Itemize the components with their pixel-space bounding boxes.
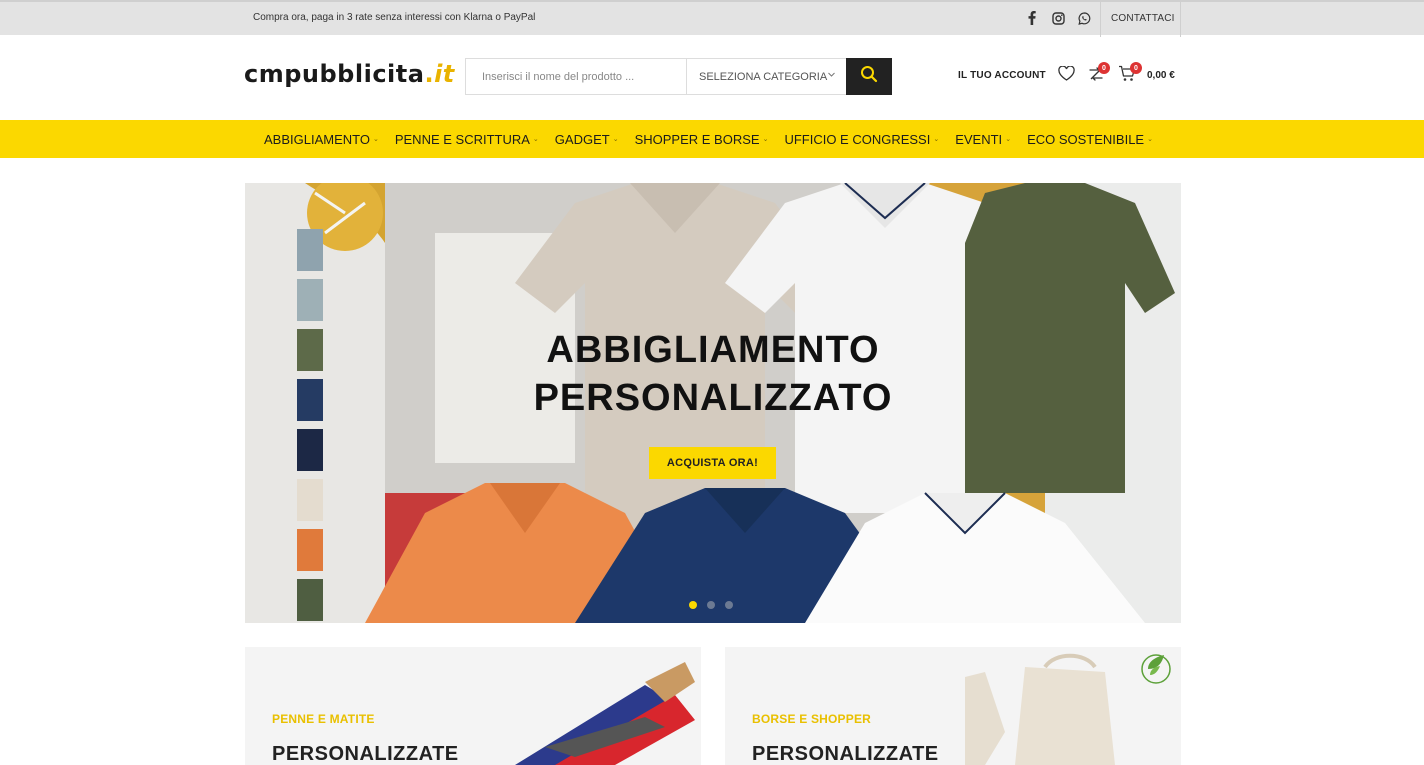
hero-title-line1: ABBIGLIAMENTO: [546, 329, 880, 371]
contact-link[interactable]: CONTATTACI: [1111, 13, 1175, 24]
top-divider: [1100, 2, 1101, 37]
heart-icon: [1057, 65, 1075, 86]
category-select[interactable]: SELEZIONA CATEGORIA: [686, 59, 846, 94]
hero-title-line2: PERSONALIZZATO: [533, 377, 893, 419]
slider-dots: [689, 601, 733, 609]
instagram-icon[interactable]: [1050, 8, 1066, 28]
account-link[interactable]: IL TUO ACCOUNT: [958, 70, 1046, 81]
chevron-down-icon: ⌄: [1147, 136, 1153, 143]
top-divider: [1180, 2, 1181, 37]
hero-cta-button[interactable]: ACQUISTA ORA!: [649, 447, 776, 479]
compare-count-badge: 0: [1098, 62, 1110, 74]
nav-label: SHOPPER E BORSE: [634, 131, 760, 147]
slider-dot[interactable]: [707, 601, 715, 609]
eco-leaf-icon: [1138, 647, 1174, 692]
chevron-down-icon: [827, 70, 836, 82]
social-links: [1024, 8, 1092, 28]
chevron-down-icon: ⌄: [532, 136, 539, 143]
nav-item-ufficio-congressi[interactable]: UFFICIO E CONGRESSI ⌄: [784, 120, 939, 158]
hero-slider[interactable]: ABBIGLIAMENTO PERSONALIZZATO ACQUISTA OR…: [245, 183, 1181, 623]
search-input[interactable]: [466, 59, 686, 94]
chevron-down-icon: ⌄: [933, 136, 940, 143]
whatsapp-icon[interactable]: [1076, 8, 1092, 28]
card-subtitle: BORSE E SHOPPER: [752, 712, 872, 726]
nav-label: ECO SOSTENIBILE: [1027, 131, 1145, 147]
main-nav: ABBIGLIAMENTO ⌄ PENNE E SCRITTURA ⌄ GADGET…: [0, 120, 1424, 158]
cart-total[interactable]: 0,00 €: [1147, 70, 1175, 81]
nav-item-eco-sostenibile[interactable]: ECO SOSTENIBILE ⌄: [1027, 120, 1153, 158]
nav-label: UFFICIO E CONGRESSI: [784, 131, 931, 147]
card-heading: PERSONALIZZATE: [752, 743, 939, 765]
card-heading: PERSONALIZZATE: [272, 743, 459, 765]
wishlist-button[interactable]: [1056, 65, 1076, 86]
nav-label: GADGET: [554, 131, 610, 147]
search-icon: [860, 65, 878, 88]
chevron-down-icon: ⌄: [1005, 136, 1012, 143]
chevron-down-icon: ⌄: [762, 136, 769, 143]
top-bar: Compra ora, paga in 3 rate senza interes…: [0, 0, 1424, 37]
slider-dot[interactable]: [725, 601, 733, 609]
nav-item-eventi[interactable]: EVENTI ⌄: [955, 120, 1011, 158]
logo-main: cmpubblicita: [244, 60, 425, 88]
chevron-down-icon: ⌄: [372, 136, 379, 143]
nav-label: PENNE E SCRITTURA: [394, 131, 530, 147]
site-logo[interactable]: cmpubblicita.it: [244, 60, 455, 88]
nav-item-gadget[interactable]: GADGET ⌄: [555, 120, 619, 158]
card-subtitle: PENNE E MATITE: [272, 712, 375, 726]
chevron-down-icon: ⌄: [612, 136, 619, 143]
nav-label: EVENTI: [955, 131, 1003, 147]
nav-item-penne-scrittura[interactable]: PENNE E SCRITTURA ⌄: [395, 120, 539, 158]
slider-dot[interactable]: [689, 601, 697, 609]
promo-text: Compra ora, paga in 3 rate senza interes…: [253, 12, 536, 23]
nav-item-abbigliamento[interactable]: ABBIGLIAMENTO ⌄: [264, 120, 379, 158]
category-select-label: SELEZIONA CATEGORIA: [699, 70, 828, 83]
logo-tld: it: [434, 60, 455, 88]
promo-card-pens[interactable]: PENNE E MATITE PERSONALIZZATE: [245, 647, 701, 765]
nav-item-shopper-borse[interactable]: SHOPPER E BORSE ⌄: [635, 120, 769, 158]
promo-card-bags[interactable]: BORSE E SHOPPER PERSONALIZZATE: [725, 647, 1181, 765]
search-button[interactable]: [846, 58, 892, 95]
logo-dot: .: [424, 60, 435, 88]
search-bar: SELEZIONA CATEGORIA: [465, 58, 892, 95]
nav-label: ABBIGLIAMENTO: [264, 131, 370, 147]
facebook-icon[interactable]: [1024, 8, 1040, 28]
cart-count-badge: 0: [1130, 62, 1142, 74]
